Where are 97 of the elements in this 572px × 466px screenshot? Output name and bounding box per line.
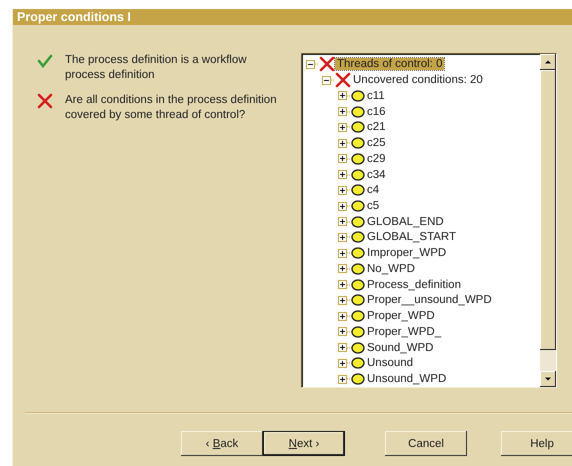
expand-icon[interactable] xyxy=(338,343,347,352)
tree-line xyxy=(347,126,351,128)
circle-icon xyxy=(351,216,365,228)
expand-icon[interactable] xyxy=(338,374,347,384)
tree-item[interactable]: Process_definition xyxy=(365,278,463,291)
circle-icon xyxy=(351,121,365,134)
circle-icon xyxy=(351,200,365,212)
tree-line xyxy=(331,79,335,81)
expand-icon[interactable] xyxy=(338,280,347,290)
circle-icon xyxy=(351,152,365,165)
tree-item[interactable]: Threads of control: 0 xyxy=(335,58,444,70)
expand-icon[interactable] xyxy=(338,202,347,210)
tree-line xyxy=(347,330,351,333)
expand-icon[interactable] xyxy=(338,122,347,132)
tree-line xyxy=(347,205,351,207)
scroll-up-icon[interactable] xyxy=(540,54,556,70)
collapse-icon[interactable] xyxy=(306,60,315,68)
expand-icon[interactable] xyxy=(338,138,347,148)
tree-line xyxy=(347,268,351,270)
tree-item[interactable]: Proper_WPD xyxy=(365,310,437,322)
tree-line xyxy=(347,346,351,349)
circle-icon xyxy=(351,326,365,338)
tree-item[interactable]: c5 xyxy=(365,200,382,212)
tree-item[interactable]: Proper_WPD_ xyxy=(365,326,444,338)
scroll-down-icon[interactable] xyxy=(540,371,556,387)
expand-icon[interactable] xyxy=(338,296,347,305)
tree-item[interactable]: GLOBAL_START xyxy=(365,231,458,244)
expand-icon[interactable] xyxy=(338,186,347,195)
tree-line xyxy=(315,63,319,65)
circle-icon xyxy=(351,137,365,150)
circle-icon xyxy=(351,262,365,275)
tree-line xyxy=(347,299,351,302)
expand-icon[interactable] xyxy=(338,91,347,100)
tree-item[interactable]: Proper__unsound_WPD xyxy=(365,294,494,306)
tree-line xyxy=(347,315,351,318)
dialog-button[interactable]: Next › xyxy=(262,431,346,456)
dialog-button[interactable]: ‹ Back xyxy=(181,431,263,456)
collapse-icon[interactable] xyxy=(322,76,331,84)
expand-icon[interactable] xyxy=(338,107,347,116)
circle-icon xyxy=(351,342,365,354)
tree-item[interactable]: Unsound_WPD xyxy=(365,373,448,386)
circle-icon xyxy=(351,106,365,118)
expand-icon[interactable] xyxy=(338,358,347,368)
scroll-thumb[interactable] xyxy=(540,70,556,350)
expand-icon[interactable] xyxy=(338,170,347,180)
tree-line xyxy=(347,284,351,286)
expand-icon[interactable] xyxy=(338,327,347,336)
cross-icon xyxy=(335,72,351,88)
circle-icon xyxy=(351,90,365,102)
tree-item[interactable]: c16 xyxy=(365,106,388,118)
tree-item[interactable]: c34 xyxy=(365,168,388,181)
dialog-button[interactable]: Help xyxy=(501,431,572,456)
scrollbar[interactable] xyxy=(540,54,556,387)
tree-item[interactable]: c21 xyxy=(365,121,388,134)
circle-icon xyxy=(351,357,365,370)
tree-line xyxy=(347,158,351,160)
cross-icon xyxy=(319,56,335,72)
tree-item[interactable]: GLOBAL_END xyxy=(365,216,446,228)
tree-line xyxy=(347,220,351,223)
window-title: Proper conditions I xyxy=(13,9,572,25)
tree-item[interactable]: c25 xyxy=(365,137,388,150)
circle-icon xyxy=(351,310,365,322)
tree-line xyxy=(347,174,351,176)
tree-item[interactable]: Sound_WPD xyxy=(365,342,436,354)
tree-line xyxy=(347,142,351,144)
circle-icon xyxy=(351,278,365,291)
tree-item[interactable]: Improper_WPD xyxy=(365,247,448,260)
tree-item[interactable]: c4 xyxy=(365,184,382,196)
dialog-button[interactable]: Cancel xyxy=(385,431,468,456)
cross-icon xyxy=(37,93,53,109)
tree-item[interactable]: c29 xyxy=(365,152,388,165)
check-icon xyxy=(37,53,53,69)
check-text: Are all conditions in the process definition covered by some thread of control? xyxy=(65,93,278,123)
tree-line xyxy=(347,189,351,192)
tree-line xyxy=(347,110,351,113)
circle-icon xyxy=(351,184,365,196)
circle-icon xyxy=(351,294,365,306)
expand-icon[interactable] xyxy=(338,154,347,164)
expand-icon[interactable] xyxy=(338,312,347,321)
expand-icon[interactable] xyxy=(338,264,347,274)
tree-line xyxy=(347,378,351,380)
circle-icon xyxy=(351,247,365,260)
circle-icon xyxy=(351,231,365,244)
circle-icon xyxy=(351,168,365,181)
tree-item[interactable]: No_WPD xyxy=(365,262,417,275)
circle-icon xyxy=(351,373,365,386)
tree-item[interactable]: Uncovered conditions: 20 xyxy=(351,74,485,86)
tree-line xyxy=(347,94,351,97)
expand-icon[interactable] xyxy=(338,217,347,226)
expand-icon[interactable] xyxy=(338,248,347,258)
check-text: The process definition is a workflow process definition xyxy=(65,53,248,83)
expand-icon[interactable] xyxy=(338,232,347,242)
tree-item[interactable]: c11 xyxy=(365,90,387,102)
tree-line xyxy=(347,236,351,238)
tree-line xyxy=(347,252,351,254)
tree-item[interactable]: Unsound xyxy=(365,357,416,370)
tree-line xyxy=(347,362,351,364)
